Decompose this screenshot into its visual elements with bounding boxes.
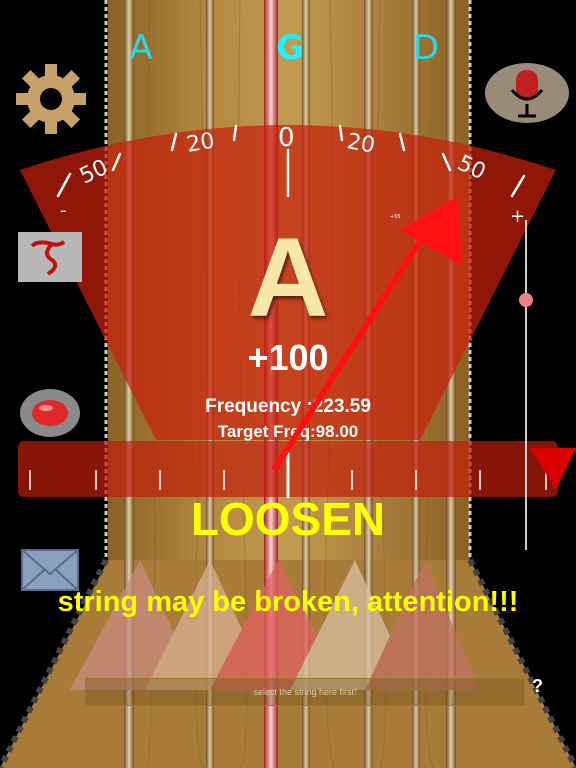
help-button[interactable]: ? — [532, 676, 543, 697]
tuning-action: LOOSEN — [190, 493, 386, 545]
tuner-screen: A G D 50 20 0 20 50 - + +55 A +100 Frequ… — [0, 0, 576, 768]
deviation-arrow-icon — [271, 196, 462, 472]
string-selector[interactable]: select the string here first! — [85, 678, 525, 706]
warning-message: string may be broken, attention!!! — [57, 586, 519, 618]
